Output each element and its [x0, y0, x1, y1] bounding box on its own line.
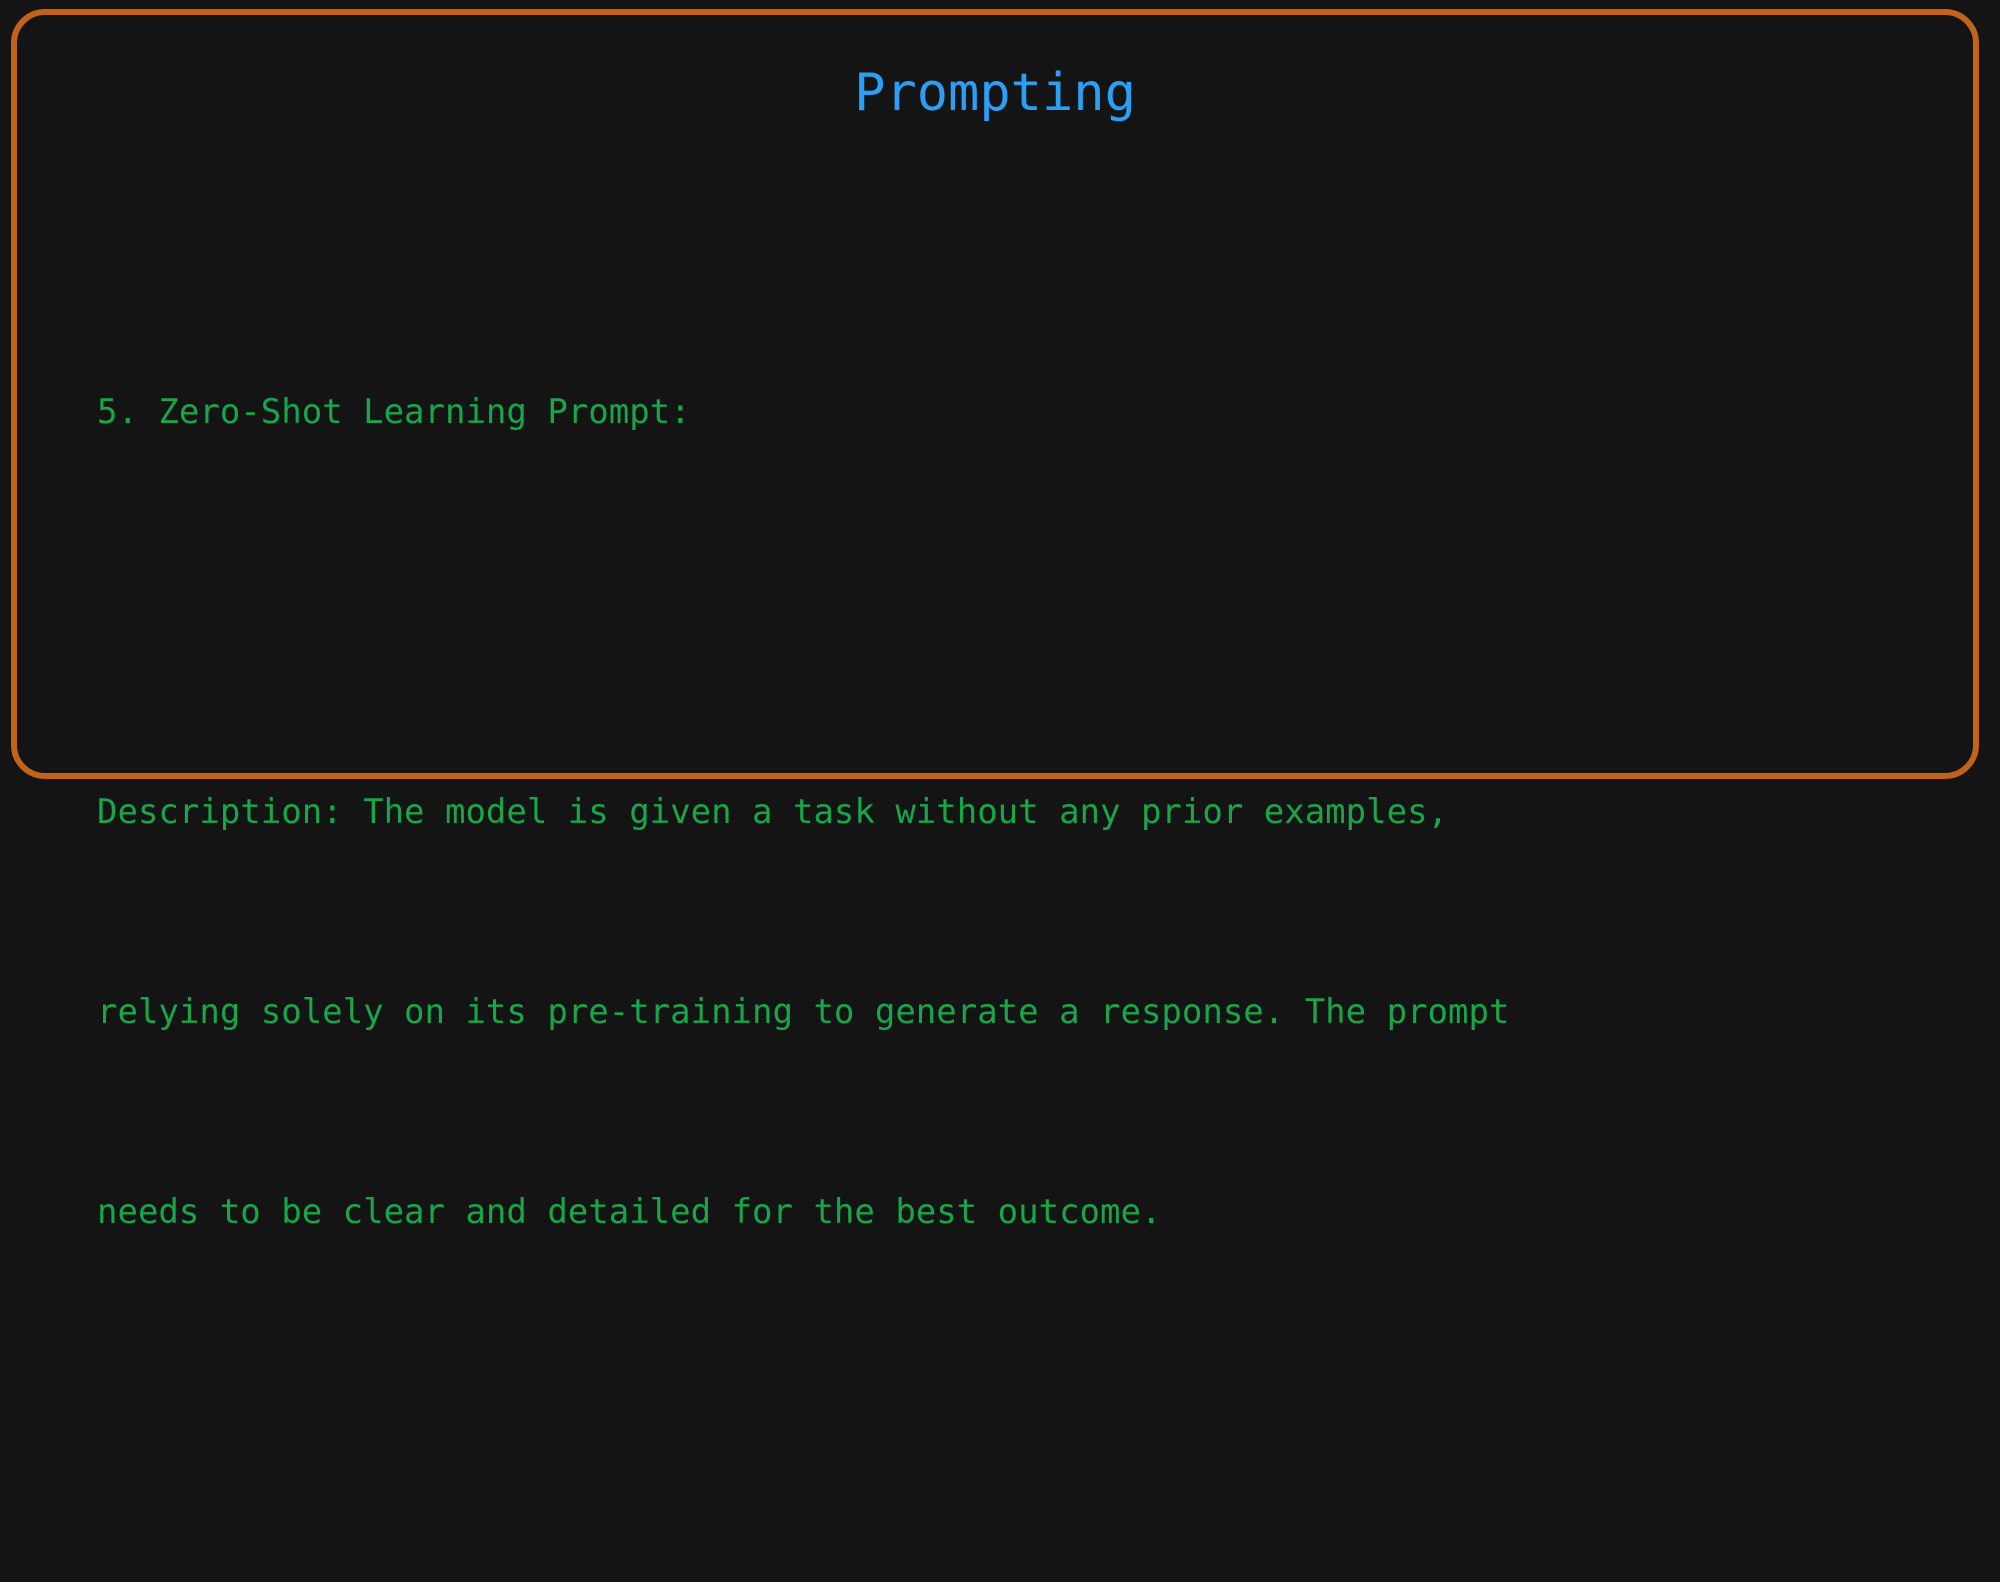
page-title: Prompting	[854, 63, 1136, 123]
description-line-3: needs to be clear and detailed for the b…	[97, 1192, 1162, 1232]
spacer-after-heading	[97, 587, 1947, 637]
spacer-before-example	[97, 1387, 1947, 1487]
slide-card-border: Prompting 5. Zero-Shot Learning Prompt: …	[11, 9, 1979, 1232]
section-heading: 5. Zero-Shot Learning Prompt:	[97, 392, 691, 432]
slide-body: 5. Zero-Shot Learning Prompt: Descriptio…	[97, 237, 1947, 1582]
description-line-2: relying solely on its pre-training to ge…	[97, 992, 1510, 1032]
description-line-1: Description: The model is given a task w…	[97, 792, 1449, 832]
slide-root: Prompting 5. Zero-Shot Learning Prompt: …	[0, 0, 2000, 1232]
